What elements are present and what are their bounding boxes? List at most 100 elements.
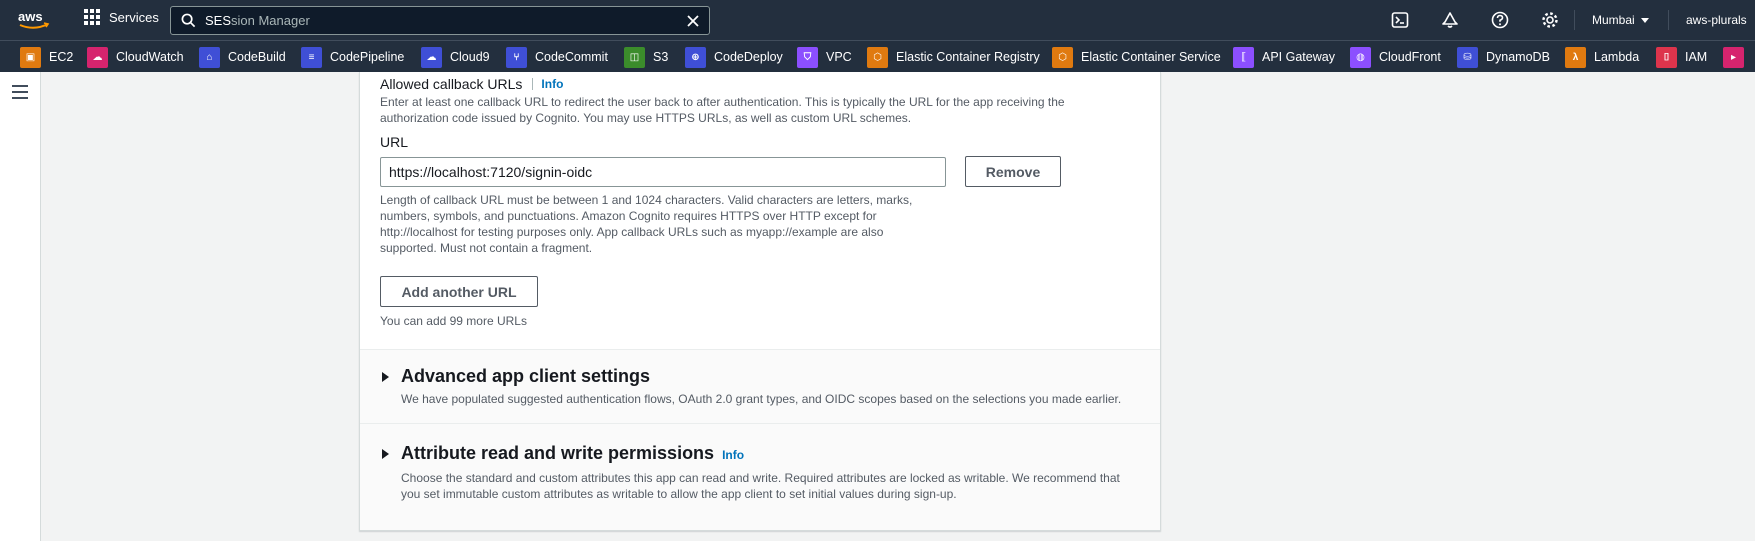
remove-url-button[interactable]: Remove bbox=[965, 156, 1061, 187]
caret-right-icon[interactable] bbox=[382, 372, 389, 382]
callback-urls-header: Allowed callback URLs Info bbox=[380, 76, 563, 92]
constraint-line: supported. Must not contain a fragment. bbox=[380, 241, 593, 255]
favorite-label: CodePipeline bbox=[330, 50, 405, 64]
cloudfront-icon: ◍ bbox=[1350, 46, 1371, 68]
favorite-ecr[interactable]: ⬡ Elastic Container Registry bbox=[867, 46, 1040, 68]
caret-right-icon[interactable] bbox=[382, 449, 389, 459]
codecommit-icon: ⑂ bbox=[506, 46, 527, 68]
description-line: you set immutable custom attributes as w… bbox=[401, 487, 957, 501]
favorite-codedeploy[interactable]: ⊕ CodeDeploy bbox=[685, 46, 783, 68]
search-suggestion-text: sion Manager bbox=[231, 13, 310, 28]
favorite-vpc[interactable]: ⛉ VPC bbox=[797, 46, 852, 68]
divider bbox=[532, 78, 534, 90]
attribute-info-link[interactable]: Info bbox=[722, 448, 744, 462]
codebuild-icon: ⌂ bbox=[199, 46, 220, 68]
favorite-ecs[interactable]: ⬡ Elastic Container Service bbox=[1052, 46, 1221, 68]
partial-service-icon: ▸ bbox=[1723, 46, 1744, 68]
favorite-label: CodeDeploy bbox=[714, 50, 783, 64]
add-another-url-button[interactable]: Add another URL bbox=[380, 276, 538, 307]
aws-logo-icon[interactable]: aws bbox=[17, 8, 51, 32]
nav-divider bbox=[1574, 10, 1575, 30]
favorite-label: API Gateway bbox=[1262, 50, 1335, 64]
ecs-icon: ⬡ bbox=[1052, 46, 1073, 68]
advanced-settings-description: We have populated suggested authenticati… bbox=[401, 392, 1122, 406]
account-menu[interactable]: aws-plurals bbox=[1686, 13, 1747, 27]
favorite-label: Lambda bbox=[1594, 50, 1640, 64]
region-label: Mumbai bbox=[1592, 13, 1635, 27]
svg-text:aws: aws bbox=[18, 9, 43, 24]
help-icon[interactable] bbox=[1491, 11, 1509, 29]
favorite-dynamodb[interactable]: ⛁ DynamoDB bbox=[1457, 46, 1550, 68]
favorite-lambda[interactable]: λ Lambda bbox=[1565, 46, 1639, 68]
section-title-text: Attribute read and write permissions bbox=[401, 443, 715, 463]
constraint-line: http://localhost for testing purposes on… bbox=[380, 225, 884, 239]
favorite-label: DynamoDB bbox=[1486, 50, 1550, 64]
cloudshell-icon[interactable] bbox=[1391, 11, 1409, 29]
favorite-s3[interactable]: ◫ S3 bbox=[624, 46, 668, 68]
attribute-permissions-section: Attribute read and write permissions Inf… bbox=[360, 423, 1160, 530]
url-field-label: URL bbox=[380, 134, 409, 150]
constraint-line: numbers, symbols, and punctuations. Amaz… bbox=[380, 209, 877, 223]
clear-search-icon[interactable] bbox=[685, 13, 701, 29]
favorite-label: VPC bbox=[826, 50, 852, 64]
menu-icon[interactable] bbox=[12, 85, 28, 99]
codedeploy-icon: ⊕ bbox=[685, 46, 706, 68]
attribute-permissions-description: Choose the standard and custom attribute… bbox=[401, 470, 1141, 502]
search-icon bbox=[181, 13, 196, 28]
cloud9-icon: ☁ bbox=[421, 46, 442, 68]
description-line: Enter at least one callback URL to redir… bbox=[380, 95, 1065, 109]
advanced-settings-title[interactable]: Advanced app client settings bbox=[401, 366, 650, 387]
services-menu-button[interactable]: Services bbox=[84, 9, 159, 25]
favorite-label: Elastic Container Service bbox=[1081, 50, 1221, 64]
favorite-label: CloudWatch bbox=[116, 50, 184, 64]
settings-icon[interactable] bbox=[1541, 11, 1559, 29]
notifications-icon[interactable] bbox=[1441, 11, 1459, 29]
account-label: aws-plurals bbox=[1686, 13, 1747, 27]
ec2-icon: ▣ bbox=[20, 46, 41, 68]
chevron-down-icon bbox=[1640, 18, 1649, 24]
favorite-label: CloudFront bbox=[1379, 50, 1441, 64]
api-gateway-icon: ⟦ bbox=[1233, 46, 1254, 68]
callback-url-constraints: Length of callback URL must be between 1… bbox=[380, 192, 912, 256]
callback-info-link[interactable]: Info bbox=[541, 77, 563, 91]
constraint-line: Length of callback URL must be between 1… bbox=[380, 193, 913, 207]
favorite-label: IAM bbox=[1685, 50, 1708, 64]
top-navigation: aws Services SES sion Manager Mumbai aws… bbox=[0, 0, 1755, 40]
favorite-label: CodeCommit bbox=[535, 50, 608, 64]
app-client-panel: Allowed callback URLs Info Enter at leas… bbox=[359, 72, 1161, 531]
favorite-codecommit[interactable]: ⑂ CodeCommit bbox=[506, 46, 608, 68]
favorite-codepipeline[interactable]: ≡ CodePipeline bbox=[301, 46, 404, 68]
nav-divider bbox=[1668, 10, 1669, 30]
ecr-icon: ⬡ bbox=[867, 46, 888, 68]
favorite-iam[interactable]: ⌷ IAM bbox=[1656, 46, 1707, 68]
favorite-cloud9[interactable]: ☁ Cloud9 bbox=[421, 46, 490, 68]
favorite-label: Cloud9 bbox=[450, 50, 490, 64]
callback-description: Enter at least one callback URL to redir… bbox=[380, 94, 1065, 126]
remaining-urls-note: You can add 99 more URLs bbox=[380, 314, 527, 328]
favorite-api-gateway[interactable]: ⟦ API Gateway bbox=[1233, 46, 1335, 68]
search-input[interactable]: SES sion Manager bbox=[170, 6, 710, 35]
description-line: authorization code issued by Cognito. Yo… bbox=[380, 111, 912, 125]
favorite-cloudfront[interactable]: ◍ CloudFront bbox=[1350, 46, 1441, 68]
dynamodb-icon: ⛁ bbox=[1457, 46, 1478, 68]
lambda-icon: λ bbox=[1565, 46, 1586, 68]
favorite-cloudwatch[interactable]: ☁ CloudWatch bbox=[87, 46, 184, 68]
region-selector[interactable]: Mumbai bbox=[1592, 13, 1649, 27]
favorite-label: CodeBuild bbox=[228, 50, 286, 64]
callback-urls-label: Allowed callback URLs bbox=[380, 76, 523, 92]
favorite-partial[interactable]: ▸ bbox=[1723, 46, 1752, 68]
section-title-text: Advanced app client settings bbox=[401, 366, 651, 386]
codepipeline-icon: ≡ bbox=[301, 46, 322, 68]
attribute-permissions-title[interactable]: Attribute read and write permissions Inf… bbox=[401, 443, 744, 464]
favorite-ec2[interactable]: ▣ EC2 bbox=[20, 46, 73, 68]
grid-icon bbox=[84, 9, 100, 25]
advanced-settings-section: Advanced app client settings We have pop… bbox=[360, 349, 1160, 423]
favorite-label: Elastic Container Registry bbox=[896, 50, 1040, 64]
favorite-label: EC2 bbox=[49, 50, 74, 64]
iam-icon: ⌷ bbox=[1656, 46, 1677, 68]
callback-url-input[interactable] bbox=[380, 157, 946, 187]
cloudwatch-icon: ☁ bbox=[87, 46, 108, 68]
left-sidebar bbox=[0, 72, 41, 541]
search-typed-text: SES bbox=[205, 13, 232, 28]
favorite-codebuild[interactable]: ⌂ CodeBuild bbox=[199, 46, 286, 68]
